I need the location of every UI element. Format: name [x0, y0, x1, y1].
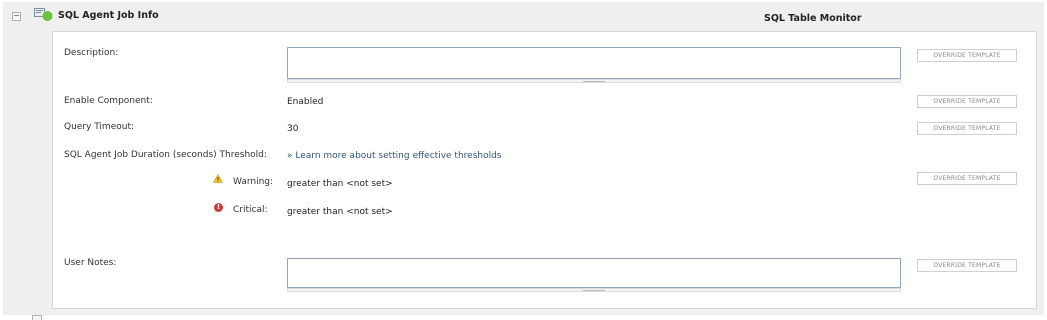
- learn-thresholds-link[interactable]: » Learn more about setting effective thr…: [287, 151, 502, 161]
- component-status-icon: [34, 8, 54, 22]
- user-notes-override-button[interactable]: OVERRIDE TEMPLATE: [917, 259, 1017, 272]
- monitor-name: SQL Table Monitor: [764, 13, 862, 24]
- critical-value: greater than <not set>: [287, 207, 393, 217]
- next-section-toggle[interactable]: [32, 315, 42, 320]
- settings-panel: Description: OVERRIDE TEMPLATE Enable Co…: [52, 31, 1037, 309]
- collapse-toggle[interactable]: −: [12, 12, 21, 21]
- section-title: SQL Agent Job Info: [58, 10, 159, 21]
- description-resize-handle[interactable]: [287, 79, 901, 83]
- query-timeout-value: 30: [287, 124, 299, 134]
- enable-component-value: Enabled: [287, 97, 324, 107]
- threshold-override-button[interactable]: OVERRIDE TEMPLATE: [917, 172, 1017, 185]
- critical-icon: !: [214, 203, 223, 212]
- warning-label: Warning:: [233, 177, 274, 187]
- description-input[interactable]: [287, 47, 901, 79]
- component-section: − SQL Agent Job Info SQL Table Monitor D…: [3, 2, 1044, 315]
- critical-label: Critical:: [233, 205, 268, 215]
- user-notes-label: User Notes:: [64, 258, 117, 268]
- query-timeout-label: Query Timeout:: [64, 122, 135, 132]
- description-label: Description:: [64, 48, 119, 58]
- query-timeout-override-button[interactable]: OVERRIDE TEMPLATE: [917, 122, 1017, 135]
- user-notes-resize-handle[interactable]: [287, 288, 901, 292]
- threshold-label: SQL Agent Job Duration (seconds) Thresho…: [64, 150, 267, 160]
- description-override-button[interactable]: OVERRIDE TEMPLATE: [917, 49, 1017, 62]
- warning-icon: [212, 173, 224, 183]
- enable-component-override-button[interactable]: OVERRIDE TEMPLATE: [917, 95, 1017, 108]
- user-notes-input[interactable]: [287, 258, 901, 288]
- warning-value: greater than <not set>: [287, 179, 393, 189]
- enable-component-label: Enable Component:: [64, 96, 153, 106]
